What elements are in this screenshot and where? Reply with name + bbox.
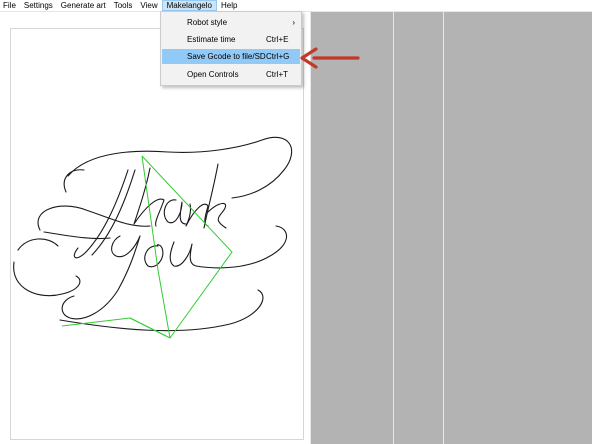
menu-item-shortcut: Ctrl+G [266, 52, 290, 61]
chevron-right-icon: › [292, 18, 295, 27]
panel-divider [310, 12, 311, 444]
menu-item-label: Open Controls [187, 70, 239, 79]
grid-line [393, 12, 394, 444]
menu-item-robot-style[interactable]: Robot style › [162, 15, 300, 30]
menu-item-label: Estimate time [187, 35, 236, 44]
menu-item-save-gcode[interactable]: Save Gcode to file/SD Ctrl+G [162, 49, 300, 64]
menu-item-estimate-time[interactable]: Estimate time Ctrl+E [162, 32, 300, 47]
menu-item-label: Robot style [187, 18, 228, 27]
travel-path-lines [61, 155, 233, 339]
menu-item-open-controls[interactable]: Open Controls Ctrl+T [162, 67, 300, 82]
makelangelo-menu: Robot style › Estimate time Ctrl+E Save … [160, 11, 302, 86]
menu-item-shortcut: Ctrl+E [266, 35, 289, 44]
grid-line [443, 12, 444, 444]
menu-item-shortcut: Ctrl+T [266, 70, 288, 79]
menu-item-label: Save Gcode to file/SD [187, 52, 266, 61]
arrow-left-icon [300, 47, 360, 69]
